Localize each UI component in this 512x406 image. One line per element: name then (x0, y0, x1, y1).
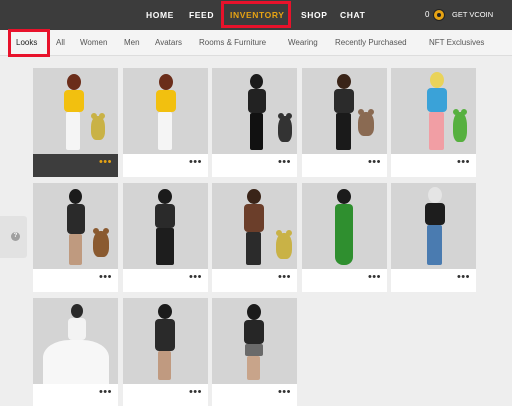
look-thumbnail[interactable] (123, 68, 208, 154)
more-options-icon[interactable]: ••• (189, 386, 202, 398)
teddy-bear (93, 228, 109, 257)
look-thumbnail[interactable] (33, 68, 118, 154)
look-card[interactable]: ••• (302, 68, 387, 177)
more-options-icon[interactable]: ••• (189, 271, 202, 283)
teddy-bear (91, 113, 105, 140)
tab-rooms-furniture[interactable]: Rooms & Furniture (199, 30, 266, 56)
more-options-icon[interactable]: ••• (368, 271, 381, 283)
avatar-figure (242, 304, 266, 382)
inventory-highlight-box (221, 1, 291, 28)
look-thumbnail[interactable] (123, 183, 208, 269)
more-options-icon[interactable]: ••• (99, 386, 112, 398)
get-vcoin-link[interactable]: GET VCOIN (452, 0, 493, 30)
nav-home[interactable]: HOME (146, 0, 174, 30)
look-card[interactable]: ••• (212, 183, 297, 292)
look-card[interactable]: ••• (212, 298, 297, 406)
look-card[interactable]: ••• (123, 68, 208, 177)
more-options-icon[interactable]: ••• (99, 156, 112, 168)
look-thumbnail[interactable] (302, 68, 387, 154)
look-card[interactable]: ••• (123, 298, 208, 406)
nav-shop[interactable]: SHOP (301, 0, 328, 30)
nav-chat[interactable]: CHAT (340, 0, 365, 30)
looks-highlight-box (8, 29, 50, 57)
tab-avatars[interactable]: Avatars (155, 30, 182, 56)
tab-women[interactable]: Women (80, 30, 107, 56)
look-card[interactable]: ••• (33, 68, 118, 177)
look-card[interactable]: ••• (302, 183, 387, 292)
tab-wearing[interactable]: Wearing (288, 30, 318, 56)
tab-men[interactable]: Men (124, 30, 140, 56)
avatar-figure (332, 74, 356, 152)
more-options-icon[interactable]: ••• (368, 156, 381, 168)
avatar-figure (65, 189, 87, 267)
avatar-figure (425, 72, 449, 152)
look-thumbnail[interactable] (391, 183, 476, 269)
teddy-bear (278, 113, 292, 142)
teddy-bear (276, 230, 292, 259)
look-thumbnail[interactable] (123, 298, 208, 384)
look-thumbnail[interactable] (212, 183, 297, 269)
look-card[interactable]: ••• (123, 183, 208, 292)
look-thumbnail[interactable] (302, 183, 387, 269)
look-thumbnail[interactable] (33, 183, 118, 269)
help-icon[interactable]: ? (11, 232, 20, 241)
look-card[interactable]: ••• (33, 298, 118, 406)
avatar-figure (43, 304, 109, 384)
more-options-icon[interactable]: ••• (278, 386, 291, 398)
tab-all[interactable]: All (56, 30, 65, 56)
more-options-icon[interactable]: ••• (189, 156, 202, 168)
avatar-figure (332, 189, 356, 267)
look-thumbnail[interactable] (391, 68, 476, 154)
teddy-bear (453, 109, 467, 142)
look-thumbnail[interactable] (212, 68, 297, 154)
avatar-figure (246, 74, 268, 152)
look-thumbnail[interactable] (33, 298, 118, 384)
category-tabs: Looks All Women Men Avatars Rooms & Furn… (0, 30, 512, 56)
tab-recently-purchased[interactable]: Recently Purchased (335, 30, 407, 56)
look-card[interactable]: ••• (391, 183, 476, 292)
avatar-figure (61, 74, 87, 152)
vcoin-icon (433, 9, 445, 21)
avatar-figure (423, 187, 447, 267)
look-card[interactable]: ••• (212, 68, 297, 177)
more-options-icon[interactable]: ••• (278, 271, 291, 283)
avatar-figure (153, 74, 179, 152)
more-options-icon[interactable]: ••• (99, 271, 112, 283)
avatar-figure (153, 189, 177, 267)
look-card[interactable]: ••• (33, 183, 118, 292)
vcoin-balance: 0 (425, 10, 430, 19)
tab-nft-exclusives[interactable]: NFT Exclusives (429, 30, 484, 56)
avatar-figure (153, 304, 177, 382)
teddy-bear (358, 109, 374, 136)
more-options-icon[interactable]: ••• (457, 271, 470, 283)
more-options-icon[interactable]: ••• (457, 156, 470, 168)
look-thumbnail[interactable] (212, 298, 297, 384)
more-options-icon[interactable]: ••• (278, 156, 291, 168)
avatar-figure (242, 189, 266, 267)
nav-feed[interactable]: FEED (189, 0, 214, 30)
look-card[interactable]: ••• (391, 68, 476, 177)
